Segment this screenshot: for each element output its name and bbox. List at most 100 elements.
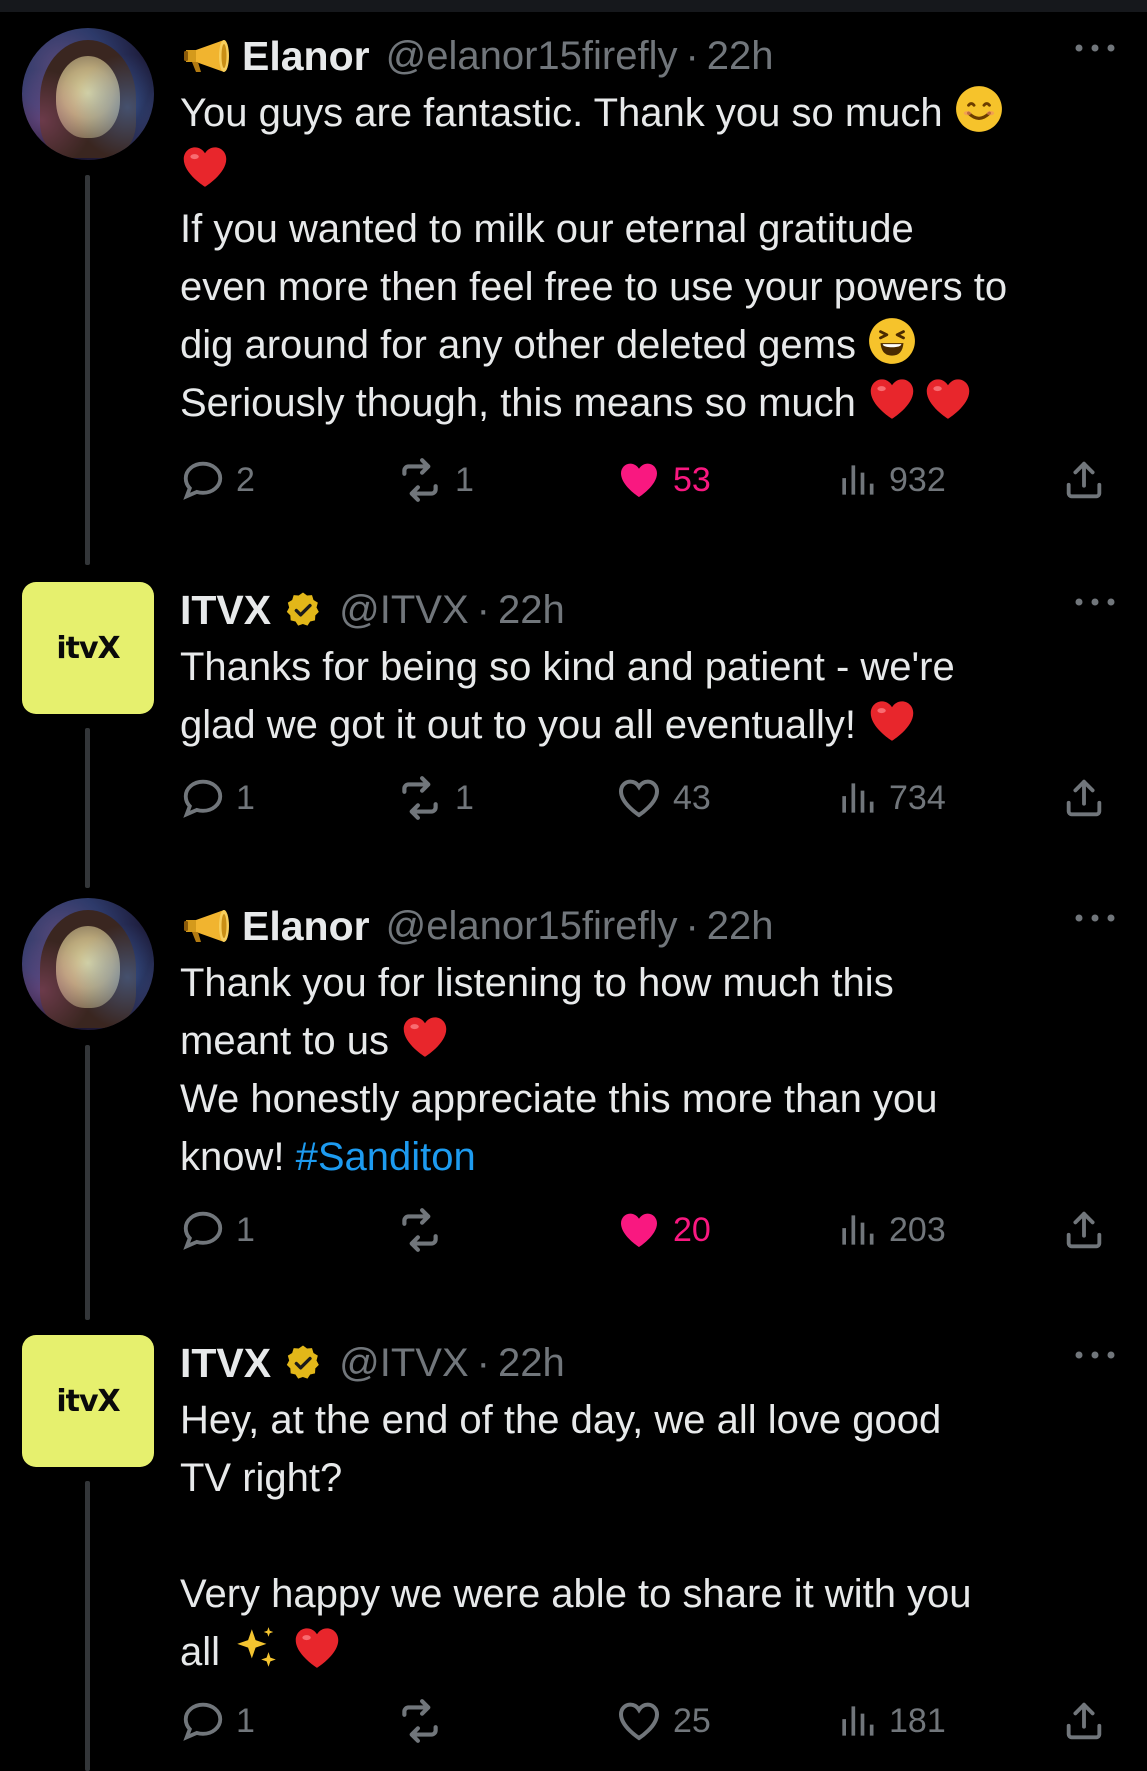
- verified-badge-icon: [283, 590, 323, 630]
- text-line: Thank you for listening to how much this: [180, 961, 894, 1005]
- thread-line: [85, 1045, 90, 1320]
- hashtag-link[interactable]: #Sanditon: [296, 1135, 476, 1179]
- reply-button[interactable]: 2: [180, 454, 255, 506]
- tweet-time[interactable]: 22h: [498, 1341, 565, 1386]
- heart-emoji: [867, 696, 917, 746]
- itvx-logo: itvX: [56, 630, 120, 666]
- more-icon[interactable]: [1073, 38, 1117, 58]
- share-icon: [1061, 1698, 1107, 1744]
- avatar-itvx[interactable]: itvX: [22, 582, 154, 714]
- views-icon: [835, 1208, 879, 1252]
- heart-emoji: [292, 1623, 342, 1673]
- tweet-time[interactable]: 22h: [707, 34, 774, 79]
- separator-dot: ·: [476, 1340, 490, 1385]
- like-icon: [615, 1697, 663, 1745]
- author-name[interactable]: ITVX: [180, 1340, 271, 1387]
- retweet-count: 1: [455, 460, 474, 499]
- like-count: 43: [673, 778, 711, 817]
- share-button[interactable]: [1061, 1695, 1117, 1747]
- separator-dot: ·: [476, 587, 490, 632]
- text-line: glad we got it out to you all eventually…: [180, 703, 856, 747]
- reply-button[interactable]: 1: [180, 1204, 255, 1256]
- views-icon: [835, 458, 879, 502]
- sparkles-emoji: [231, 1623, 281, 1673]
- text-line: all: [180, 1630, 221, 1674]
- heart-emoji: [400, 1012, 450, 1062]
- smile-emoji: [954, 84, 1004, 134]
- text-line: even more then feel free to use your pow…: [180, 265, 1008, 309]
- like-icon: [615, 774, 663, 822]
- text-line: Hey, at the end of the day, we all love …: [180, 1398, 942, 1442]
- avatar-elanor[interactable]: [22, 898, 154, 1030]
- retweet-button[interactable]: [395, 1204, 455, 1256]
- reply-button[interactable]: 1: [180, 1695, 255, 1747]
- tweet-header: ITVX @ITVX · 22h: [180, 582, 1117, 638]
- thread-line: [85, 175, 90, 565]
- tweet-header: Elanor @elanor15firefly · 22h: [180, 898, 1117, 954]
- top-divider: [0, 0, 1147, 12]
- like-count: 25: [673, 1701, 711, 1740]
- author-handle[interactable]: @ITVX: [339, 1341, 469, 1386]
- text-line: We honestly appreciate this more than yo…: [180, 1077, 938, 1121]
- heart-emoji: [180, 142, 230, 192]
- share-icon: [1061, 457, 1107, 503]
- more-icon[interactable]: [1073, 1345, 1117, 1365]
- text-line: Seriously though, this means so much: [180, 381, 856, 425]
- like-button[interactable]: 25: [615, 1695, 711, 1747]
- reply-count: 1: [236, 1701, 255, 1740]
- text-line: TV right?: [180, 1456, 343, 1500]
- views-button[interactable]: 181: [835, 1695, 946, 1747]
- reply-icon: [180, 1207, 226, 1253]
- reply-button[interactable]: 1: [180, 772, 255, 824]
- text-line: dig around for any other deleted gems: [180, 323, 856, 367]
- views-button[interactable]: 203: [835, 1204, 946, 1256]
- tweet-time[interactable]: 22h: [498, 588, 565, 633]
- share-icon: [1061, 1207, 1107, 1253]
- heart-emoji: [923, 374, 973, 424]
- avatar-glow: [22, 28, 154, 160]
- tweet-time[interactable]: 22h: [707, 904, 774, 949]
- retweet-count: 1: [455, 778, 474, 817]
- author-name[interactable]: ITVX: [180, 587, 271, 634]
- more-icon[interactable]: [1073, 592, 1117, 612]
- tweet-text: Thanks for being so kind and patient - w…: [180, 638, 1117, 754]
- megaphone-icon: [180, 36, 238, 76]
- author-handle[interactable]: @ITVX: [339, 588, 469, 633]
- share-button[interactable]: [1061, 772, 1117, 824]
- retweet-button[interactable]: 1: [395, 772, 474, 824]
- author-handle[interactable]: @elanor15firefly: [386, 34, 678, 79]
- share-button[interactable]: [1061, 454, 1117, 506]
- retweet-button[interactable]: 1: [395, 454, 474, 506]
- reply-icon: [180, 457, 226, 503]
- thread-line: [85, 1481, 90, 1771]
- like-button[interactable]: 20: [615, 1204, 711, 1256]
- reply-count: 1: [236, 1210, 255, 1249]
- text-line: meant to us: [180, 1019, 390, 1063]
- text-line: If you wanted to milk our eternal gratit…: [180, 207, 914, 251]
- author-name[interactable]: Elanor: [242, 33, 370, 80]
- like-button[interactable]: 53: [615, 454, 711, 506]
- tweet-text: You guys are fantastic. Thank you so muc…: [180, 84, 1117, 432]
- author-handle[interactable]: @elanor15firefly: [386, 904, 678, 949]
- megaphone-icon: [180, 906, 238, 946]
- tweet-actions: 1 20 203: [180, 1204, 1117, 1256]
- tweet-header: Elanor @elanor15firefly · 22h: [180, 28, 1117, 84]
- separator-dot: ·: [685, 903, 699, 948]
- itvx-logo: itvX: [56, 1383, 120, 1419]
- avatar-elanor[interactable]: [22, 28, 154, 160]
- tweet-content: ITVX @ITVX · 22h Thanks for being so kin…: [180, 582, 1117, 754]
- avatar-itvx[interactable]: itvX: [22, 1335, 154, 1467]
- reply-icon: [180, 1698, 226, 1744]
- share-button[interactable]: [1061, 1204, 1117, 1256]
- share-icon: [1061, 775, 1107, 821]
- views-button[interactable]: 932: [835, 454, 946, 506]
- tweet-actions: 1 1 43 734: [180, 772, 1117, 824]
- retweet-icon: [395, 1696, 445, 1746]
- more-icon[interactable]: [1073, 908, 1117, 928]
- like-button[interactable]: 43: [615, 772, 711, 824]
- retweet-button[interactable]: [395, 1695, 455, 1747]
- views-button[interactable]: 734: [835, 772, 946, 824]
- author-name[interactable]: Elanor: [242, 903, 370, 950]
- text-line: know!: [180, 1135, 285, 1179]
- views-icon: [835, 1699, 879, 1743]
